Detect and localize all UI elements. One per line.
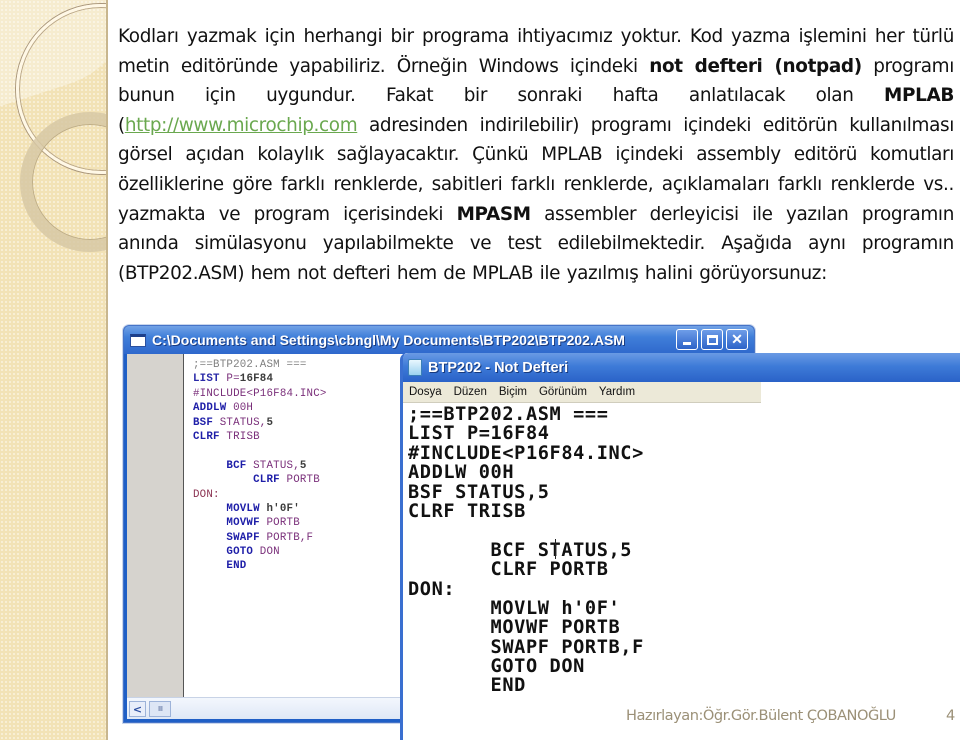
code-token: CLRF bbox=[193, 474, 287, 487]
code-line: MOVLW h'0F' bbox=[408, 597, 621, 619]
notepad-icon bbox=[408, 359, 422, 376]
code-token: DON: bbox=[193, 488, 220, 501]
code-token: PORTB bbox=[286, 474, 320, 487]
code-token: ADDLW bbox=[193, 402, 234, 415]
menu-yardim[interactable]: Yardım bbox=[599, 386, 635, 398]
notepad-window: BTP202 - Not Defteri Dosya Düzen Biçim G… bbox=[400, 353, 960, 740]
menu-gorunum[interactable]: Görünüm bbox=[539, 386, 587, 398]
body-paragraph: Kodları yazmak için herhangi bir program… bbox=[118, 22, 954, 288]
code-token: SWAPF bbox=[193, 531, 267, 544]
code-token: MOVLW bbox=[193, 502, 267, 515]
code-token: 5 bbox=[266, 416, 274, 429]
code-line: CLRF TRISB bbox=[193, 430, 327, 444]
code-token: MOVWF bbox=[193, 517, 267, 530]
code-token: GOTO bbox=[193, 546, 260, 559]
microchip-link[interactable]: http://www.microchip.com bbox=[125, 115, 358, 136]
scroll-thumb[interactable]: IIII bbox=[149, 701, 171, 717]
code-line: MOVLW h'0F' bbox=[193, 502, 327, 516]
mplab-titlebar[interactable]: C:\Documents and Settings\cbngl\My Docum… bbox=[124, 326, 754, 354]
code-line: BCF STATUS,5 bbox=[193, 459, 327, 473]
text-caret bbox=[555, 539, 556, 559]
notepad-menubar: Dosya Düzen Biçim Görünüm Yardım bbox=[403, 382, 761, 403]
code-token: BCF bbox=[193, 459, 254, 472]
decorative-side-band bbox=[0, 0, 108, 740]
close-icon: ✕ bbox=[731, 331, 743, 347]
code-line: LIST P=16F84 bbox=[408, 423, 550, 445]
code-token: LIST bbox=[193, 373, 227, 386]
code-line: MOVWF PORTB bbox=[193, 516, 327, 530]
code-line: CLRF TRISB bbox=[408, 500, 526, 522]
code-token: PORTB,F bbox=[266, 531, 314, 544]
maximize-button[interactable] bbox=[701, 329, 723, 350]
code-line: GOTO DON bbox=[408, 656, 585, 678]
footer-author: Hazırlayan:Öğr.Gör.Bülent ÇOBANOĞLU bbox=[626, 707, 896, 724]
code-line: END bbox=[408, 675, 526, 697]
code-token: 5 bbox=[299, 459, 307, 472]
notepad-titlebar[interactable]: BTP202 - Not Defteri bbox=[403, 353, 960, 382]
code-line: ;==BTP202.ASM === bbox=[408, 404, 609, 425]
code-line: BCF STATUS,5 bbox=[408, 539, 633, 561]
code-line: ADDLW 00H bbox=[193, 401, 327, 415]
code-line: ;==BTP202.ASM === bbox=[193, 358, 327, 372]
minimize-button[interactable] bbox=[676, 329, 698, 350]
mplab-code-area[interactable]: ;==BTP202.ASM === LIST P=16F84 #INCLUDE<P1… bbox=[193, 358, 327, 574]
menu-bicim[interactable]: Biçim bbox=[499, 386, 527, 398]
code-token: END bbox=[193, 560, 247, 573]
code-line: BSF STATUS,5 bbox=[193, 416, 327, 430]
close-button[interactable]: ✕ bbox=[726, 329, 748, 350]
code-token: ;==BTP202.ASM === bbox=[193, 359, 307, 371]
code-line: SWAPF PORTB,F bbox=[408, 636, 644, 658]
code-line: GOTO DON bbox=[193, 545, 327, 559]
code-token: h'0F' bbox=[266, 502, 300, 515]
bold-mplab-term: MPLAB bbox=[884, 85, 954, 107]
menu-duzen[interactable]: Düzen bbox=[454, 386, 487, 398]
code-line: CLRF PORTB bbox=[408, 559, 609, 581]
code-token: BSF bbox=[193, 416, 220, 429]
code-token: TRISB bbox=[226, 430, 260, 443]
code-token: 16F84 bbox=[239, 373, 274, 386]
notepad-text-area[interactable]: ;==BTP202.ASM === LIST P=16F84 #INCLUDE<P1… bbox=[408, 405, 644, 696]
code-line: ADDLW 00H bbox=[408, 462, 515, 484]
code-line: CLRF PORTB bbox=[193, 473, 327, 487]
code-token: STATUS, bbox=[253, 459, 300, 472]
maximize-icon bbox=[706, 334, 718, 345]
code-line: BSF STATUS,5 bbox=[408, 481, 550, 503]
code-token: 00H bbox=[233, 402, 254, 415]
code-line: #INCLUDE<P16F84.INC> bbox=[193, 387, 327, 401]
code-line: END bbox=[193, 559, 327, 573]
code-token: #INCLUDE bbox=[193, 387, 247, 400]
window-icon bbox=[130, 333, 146, 347]
code-line: #INCLUDE<P16F84.INC> bbox=[408, 442, 644, 464]
notepad-window-title: BTP202 - Not Defteri bbox=[428, 359, 569, 376]
bold-notepad-term: not defteri (notpad) bbox=[649, 55, 862, 77]
minimize-icon bbox=[683, 342, 691, 345]
code-line: DON: bbox=[193, 488, 327, 502]
code-token: STATUS, bbox=[219, 416, 267, 429]
menu-dosya[interactable]: Dosya bbox=[409, 386, 442, 398]
code-line: DON: bbox=[408, 578, 456, 600]
code-token: P= bbox=[226, 373, 240, 386]
window-controls: ✕ bbox=[676, 329, 748, 350]
bold-mpasm-term: MPASM bbox=[456, 203, 531, 225]
code-line: LIST P=16F84 bbox=[193, 372, 327, 386]
code-token: PORTB bbox=[266, 517, 300, 530]
code-token: <P16F84.INC> bbox=[246, 387, 327, 400]
code-token: DON bbox=[259, 546, 280, 559]
scroll-left-button[interactable]: < bbox=[129, 701, 146, 717]
code-line: SWAPF PORTB,F bbox=[193, 531, 327, 545]
page-number: 4 bbox=[946, 707, 956, 724]
chevron-left-icon: < bbox=[132, 702, 143, 716]
code-token: CLRF bbox=[193, 430, 227, 443]
text-segment: ( bbox=[118, 114, 125, 136]
line-gutter bbox=[127, 354, 184, 697]
code-line: MOVWF PORTB bbox=[408, 617, 621, 639]
mplab-window-title: C:\Documents and Settings\cbngl\My Docum… bbox=[152, 332, 625, 348]
